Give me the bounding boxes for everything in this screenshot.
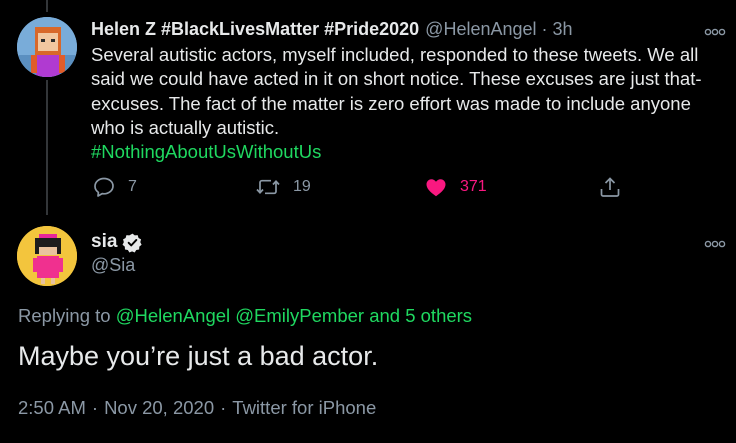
tweet1-timestamp[interactable]: 3h (553, 19, 573, 40)
tweet1-text-line: who is actually autistic. (91, 116, 280, 138)
like-count: 371 (460, 178, 487, 195)
tweet1-text-line: excuses. The fact of the matter is zero … (91, 92, 691, 114)
replying-to-line: Replying to @HelenAngel @EmilyPember and… (18, 305, 472, 327)
more-icon[interactable] (704, 24, 726, 36)
more-icon[interactable] (704, 236, 726, 248)
tweet1-separator: · (541, 18, 548, 39)
tweet2-display-name[interactable]: sia (91, 231, 117, 253)
share-icon (600, 177, 620, 197)
mention-link[interactable]: @EmilyPember (235, 305, 364, 326)
tweet2-time[interactable]: 2:50 AM (18, 397, 86, 418)
meta-separator: · (91, 397, 99, 418)
share-button[interactable] (598, 174, 622, 200)
tweet2-meta: 2:50 AM · Nov 20, 2020 · Twitter for iPhone (18, 397, 376, 419)
thread-connector (46, 80, 48, 215)
tweet1-handle[interactable]: @HelenAngel (425, 19, 536, 40)
mention-link[interactable]: @HelenAngel (116, 305, 230, 326)
like-button[interactable]: 371 (424, 174, 487, 200)
hashtag-link[interactable]: #NothingAboutUsWithoutUs (91, 140, 721, 164)
verified-badge-icon (122, 233, 143, 252)
tweet2-date[interactable]: Nov 20, 2020 (104, 397, 214, 418)
tweet1-display-name[interactable]: Helen Z #BlackLivesMatter #Pride2020 (91, 19, 419, 40)
retweet-count: 19 (293, 178, 311, 195)
retweet-button[interactable]: 19 (255, 174, 311, 200)
meta-separator: · (220, 397, 227, 418)
replying-to-label: Replying to (18, 305, 111, 326)
others-link[interactable]: and 5 others (369, 305, 472, 326)
retweet-icon (256, 179, 280, 195)
heart-filled-icon (426, 179, 446, 197)
tweet1-text-line: said we could have acted in it on short … (91, 68, 702, 90)
avatar-sia[interactable] (17, 226, 77, 286)
tweet1-header: Helen Z #BlackLivesMatter #Pride2020 @He… (91, 17, 573, 41)
thread-connector-top (46, 0, 48, 12)
reply-icon (94, 177, 114, 197)
tweet2-display-name-row[interactable]: sia (91, 229, 143, 255)
tweet2-handle[interactable]: @Sia (91, 255, 135, 276)
avatar-helenangel[interactable] (17, 17, 77, 77)
reply-count: 7 (128, 178, 137, 195)
tweet2-text: Maybe you’re just a bad actor. (18, 341, 379, 371)
tweet1-text-line: Several autistic actors, myself included… (91, 44, 699, 65)
tweet1-text: Several autistic actors, myself included… (91, 43, 721, 164)
reply-button[interactable]: 7 (92, 174, 137, 200)
tweet2-source[interactable]: Twitter for iPhone (232, 397, 376, 418)
